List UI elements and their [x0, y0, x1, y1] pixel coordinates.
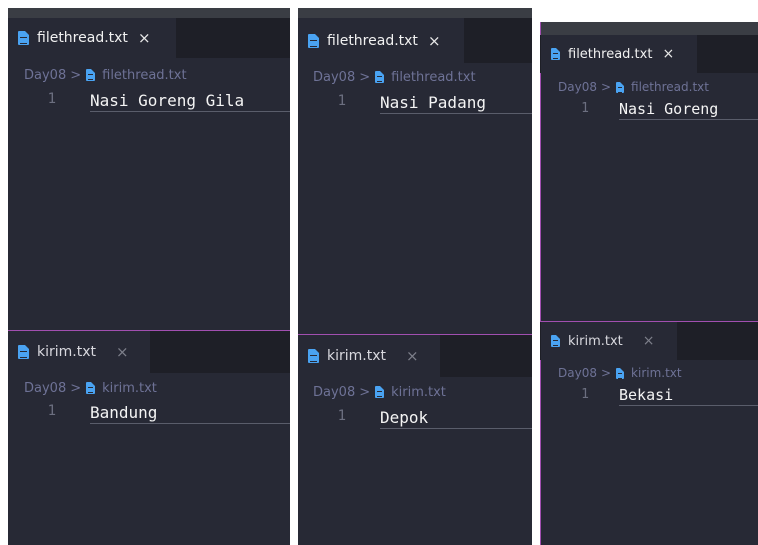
tab-label: filethread.txt	[568, 46, 653, 62]
tab-kirim[interactable]: kirim.txt ×	[8, 331, 150, 373]
line-number: 1	[581, 387, 589, 402]
window-top-strip	[540, 22, 758, 35]
file-text-icon	[308, 349, 319, 363]
close-icon[interactable]: ×	[428, 32, 441, 50]
window-top-strip	[298, 8, 532, 18]
breadcrumb-folder[interactable]: Day08	[313, 70, 355, 85]
file-text-icon	[86, 69, 96, 81]
editor-bottom[interactable]: 1 Bandung	[8, 400, 290, 545]
breadcrumb-file[interactable]: filethread.txt	[391, 70, 475, 85]
editor-bottom[interactable]: 1 Bekasi	[540, 384, 758, 545]
close-icon[interactable]: ×	[406, 347, 419, 365]
chevron-right-icon: >	[70, 380, 82, 396]
file-text-icon	[616, 81, 625, 93]
tab-label: kirim.txt	[568, 333, 623, 349]
editor-line[interactable]: Nasi Goreng	[619, 100, 758, 120]
tab-kirim[interactable]: kirim.txt ×	[298, 335, 440, 377]
tab-bar-top: filethread.txt ×	[298, 18, 532, 63]
tab-bar-bottom: kirim.txt ×	[8, 331, 290, 373]
file-text-icon	[18, 345, 29, 359]
tab-filethread[interactable]: filethread.txt ×	[541, 35, 697, 73]
breadcrumb: Day08 > kirim.txt	[8, 377, 290, 399]
breadcrumb-file[interactable]: kirim.txt	[631, 366, 682, 380]
breadcrumb: Day08 > kirim.txt	[298, 381, 532, 403]
chevron-right-icon: >	[359, 69, 371, 85]
editor-line[interactable]: Nasi Goreng Gila	[90, 90, 290, 112]
breadcrumb-file[interactable]: filethread.txt	[102, 68, 186, 83]
tab-kirim[interactable]: kirim.txt ×	[541, 322, 677, 360]
line-number: 1	[337, 408, 346, 424]
tab-bar-top: filethread.txt ×	[540, 35, 758, 73]
tab-bar-bottom: kirim.txt ×	[298, 335, 532, 377]
line-number: 1	[581, 101, 589, 116]
window-top-strip	[8, 8, 290, 18]
breadcrumb-file[interactable]: filethread.txt	[631, 80, 709, 94]
tab-label: kirim.txt	[37, 344, 96, 360]
editor-line[interactable]: Nasi Padang	[380, 92, 532, 114]
tab-filethread[interactable]: filethread.txt ×	[298, 18, 464, 63]
close-icon[interactable]: ×	[643, 333, 655, 349]
editor-top[interactable]: 1 Nasi Padang	[298, 90, 532, 335]
file-text-icon	[18, 31, 29, 45]
close-icon[interactable]: ×	[662, 46, 674, 62]
chevron-right-icon: >	[359, 384, 371, 400]
file-text-icon	[308, 33, 319, 48]
tab-filethread[interactable]: filethread.txt ×	[8, 18, 176, 58]
tab-label: kirim.txt	[327, 348, 386, 364]
editor-line[interactable]: Bekasi	[619, 386, 758, 406]
line-number: 1	[47, 91, 56, 107]
file-text-icon	[551, 335, 560, 347]
breadcrumb-folder[interactable]: Day08	[558, 80, 597, 94]
file-text-icon	[616, 367, 625, 379]
breadcrumb-file[interactable]: kirim.txt	[102, 381, 157, 396]
breadcrumb: Day08 > kirim.txt	[540, 363, 758, 383]
breadcrumb-folder[interactable]: Day08	[24, 381, 66, 396]
close-icon[interactable]: ×	[138, 29, 151, 47]
breadcrumb: Day08 > filethread.txt	[8, 64, 290, 86]
breadcrumb: Day08 > filethread.txt	[298, 66, 532, 88]
file-text-icon	[86, 382, 96, 394]
editor-panel-1: filethread.txt × Day08 > filethread.txt …	[8, 8, 290, 545]
breadcrumb-folder[interactable]: Day08	[558, 366, 597, 380]
breadcrumb-folder[interactable]: Day08	[313, 385, 355, 400]
tab-bar-bottom: kirim.txt ×	[540, 322, 758, 360]
editor-top[interactable]: 1 Nasi Goreng	[540, 98, 758, 321]
editor-panel-3: filethread.txt × Day08 > filethread.txt …	[540, 22, 758, 545]
editor-top[interactable]: 1 Nasi Goreng Gila	[8, 88, 290, 329]
tab-label: filethread.txt	[37, 30, 128, 46]
line-number: 1	[47, 403, 56, 419]
chevron-right-icon: >	[70, 67, 82, 83]
tab-label: filethread.txt	[327, 32, 418, 49]
breadcrumb: Day08 > filethread.txt	[540, 77, 758, 97]
editor-panel-2: filethread.txt × Day08 > filethread.txt …	[298, 8, 532, 545]
editor-line[interactable]: Depok	[380, 407, 532, 429]
file-text-icon	[551, 48, 560, 60]
breadcrumb-folder[interactable]: Day08	[24, 68, 66, 83]
chevron-right-icon: >	[600, 366, 612, 380]
tab-bar-top: filethread.txt ×	[8, 18, 290, 58]
close-icon[interactable]: ×	[116, 343, 129, 361]
breadcrumb-file[interactable]: kirim.txt	[391, 385, 446, 400]
file-text-icon	[375, 71, 385, 83]
editor-line[interactable]: Bandung	[90, 402, 290, 424]
editor-bottom[interactable]: 1 Depok	[298, 405, 532, 545]
chevron-right-icon: >	[600, 80, 612, 94]
file-text-icon	[375, 386, 385, 398]
line-number: 1	[337, 93, 346, 109]
